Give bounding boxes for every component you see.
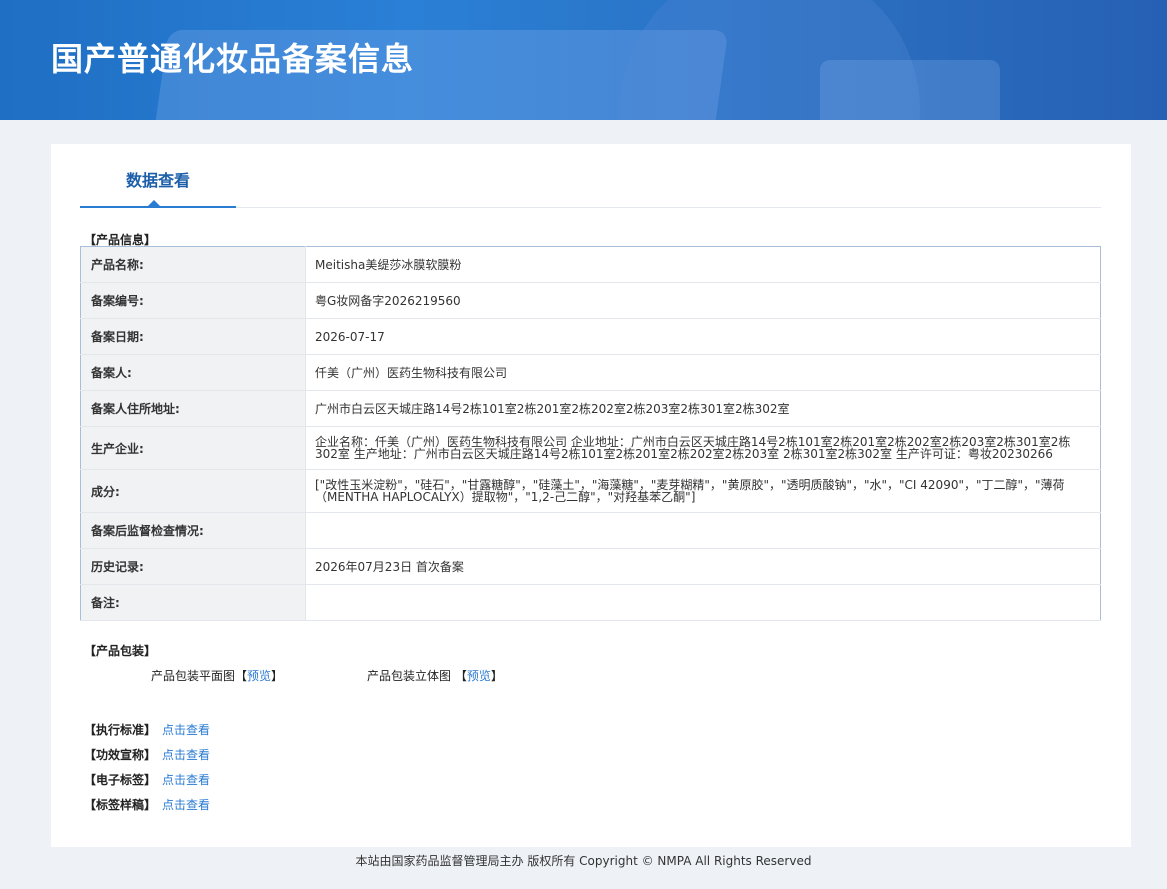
table-row: 备案人: 仟美（广州）医药生物科技有限公司 [80,354,1101,391]
row-value: 企业名称：仟美（广州）医药生物科技有限公司 企业地址：广州市白云区天城庄路14号… [305,426,1101,470]
banner-decoration [820,60,1000,120]
link-line-efficacy: 【功效宣称】 点击查看 [84,746,210,763]
row-key: 备案人: [80,354,306,391]
tab-data-view[interactable]: 数据查看 [80,166,236,208]
table-row: 备注: [80,584,1101,621]
row-value [305,584,1101,621]
bracket: 】 [271,669,284,683]
table-row: 成分: ["改性玉米淀粉"，"硅石"，"甘露糖醇"，"硅藻土"，"海藻糖"，"麦… [80,469,1101,513]
row-value: 2026-07-17 [305,318,1101,355]
packaging-solid-item: 产品包装立体图 【预览】 [367,667,503,684]
row-key: 备注: [80,584,306,621]
table-row: 备案人住所地址: 广州市白云区天城庄路14号2栋101室2栋201室2栋202室… [80,390,1101,427]
link-line-e-label: 【电子标签】 点击查看 [84,771,210,788]
view-e-label-link[interactable]: 点击查看 [162,773,210,787]
content-card: 数据查看 【产品信息】 产品名称: Meitisha美缇莎冰膜软膜粉 备案编号:… [51,144,1131,847]
table-row: 生产企业: 企业名称：仟美（广州）医药生物科技有限公司 企业地址：广州市白云区天… [80,426,1101,470]
row-key: 产品名称: [80,246,306,283]
link-line-label: 【标签样稿】 [84,798,157,812]
table-row: 备案编号: 粤G妆网备字2026219560 [80,282,1101,319]
table-row: 备案后监督检查情况: [80,512,1101,549]
row-key: 备案人住所地址: [80,390,306,427]
bracket: 】 [490,669,503,683]
row-value: 广州市白云区天城庄路14号2栋101室2栋201室2栋202室2栋203室2栋3… [305,390,1101,427]
row-value: 2026年07月23日 首次备案 [305,548,1101,585]
view-label-sample-link[interactable]: 点击查看 [162,798,210,812]
solid-preview-link[interactable]: 预览 [467,669,491,683]
view-efficacy-link[interactable]: 点击查看 [162,748,210,762]
row-key: 成分: [80,469,306,513]
link-line-label: 【执行标准】 [84,723,157,737]
page-banner: 国产普通化妆品备案信息 [0,0,1167,120]
row-key: 历史记录: [80,548,306,585]
row-value: Meitisha美缇莎冰膜软膜粉 [305,246,1101,283]
table-row: 备案日期: 2026-07-17 [80,318,1101,355]
table-row: 历史记录: 2026年07月23日 首次备案 [80,548,1101,585]
product-info-table: 产品名称: Meitisha美缇莎冰膜软膜粉 备案编号: 粤G妆网备字20262… [80,246,1101,621]
bracket: 【 [454,669,467,683]
flat-preview-link[interactable]: 预览 [247,669,271,683]
packaging-solid-label: 产品包装立体图 [367,669,452,683]
row-key: 备案日期: [80,318,306,355]
row-key: 生产企业: [80,426,306,470]
link-line-standard: 【执行标准】 点击查看 [84,721,210,738]
table-row: 产品名称: Meitisha美缇莎冰膜软膜粉 [80,246,1101,283]
packaging-flat-label: 产品包装平面图 [151,669,236,683]
row-value: 仟美（广州）医药生物科技有限公司 [305,354,1101,391]
bracket: 【 [235,669,248,683]
view-standard-link[interactable]: 点击查看 [162,723,210,737]
link-line-label: 【功效宣称】 [84,748,157,762]
page-footer: 本站由国家药品监督管理局主办 版权所有 Copyright © NMPA All… [355,854,812,868]
row-value: ["改性玉米淀粉"，"硅石"，"甘露糖醇"，"硅藻土"，"海藻糖"，"麦芽糊精"… [305,469,1101,513]
link-line-label-sample: 【标签样稿】 点击查看 [84,796,210,813]
tab-active-indicator [148,200,160,206]
row-value [305,512,1101,549]
page-title: 国产普通化妆品备案信息 [51,40,415,78]
tab-bar: 数据查看 [80,166,1101,208]
packaging-flat-item: 产品包装平面图【预览】 [151,667,283,684]
section-label-packaging: 【产品包装】 [84,644,157,658]
link-line-label: 【电子标签】 [84,773,157,787]
row-key: 备案编号: [80,282,306,319]
tab-label: 数据查看 [125,171,190,190]
row-key: 备案后监督检查情况: [80,512,306,549]
row-value: 粤G妆网备字2026219560 [305,282,1101,319]
